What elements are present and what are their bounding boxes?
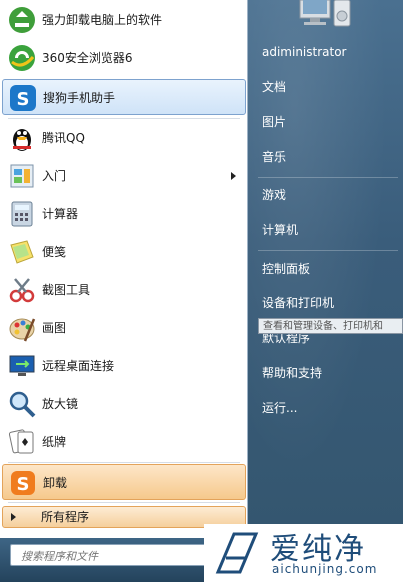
qq-penguin-icon xyxy=(13,129,31,151)
program-item-paint[interactable]: 画图 xyxy=(2,310,246,346)
menu-separator xyxy=(8,462,240,463)
program-label: 360安全浏览器6 xyxy=(42,51,133,65)
program-item-sogou-assistant[interactable]: S 搜狗手机助手 xyxy=(2,79,246,115)
getting-started-icon xyxy=(10,164,34,188)
program-label: 卸载 xyxy=(43,476,68,490)
program-item-snipping-tool[interactable]: 截图工具 xyxy=(2,272,246,308)
calculator-icon xyxy=(11,201,33,227)
remote-desktop-icon xyxy=(9,355,35,376)
documents-link[interactable]: 文档 xyxy=(262,77,286,97)
recycle-uninstall-icon xyxy=(9,7,35,33)
program-label: 纸牌 xyxy=(42,435,67,449)
svg-text:S: S xyxy=(17,474,30,495)
program-item-solitaire[interactable]: 纸牌 xyxy=(2,424,246,460)
menu-separator xyxy=(8,118,240,119)
program-item-magnifier[interactable]: 放大镜 xyxy=(2,386,246,422)
program-label: 画图 xyxy=(42,321,67,335)
program-label: 入门 xyxy=(42,169,67,183)
magnifier-icon xyxy=(9,391,36,418)
program-item-360-browser[interactable]: 360安全浏览器6 xyxy=(2,40,246,76)
program-label: 截图工具 xyxy=(42,283,91,297)
devices-tooltip: 查看和管理设备、打印机和 xyxy=(258,318,403,334)
program-item-qq[interactable]: 腾讯QQ xyxy=(2,120,246,156)
music-link[interactable]: 音乐 xyxy=(262,147,286,167)
solitaire-cards-icon xyxy=(8,429,34,454)
program-label: 放大镜 xyxy=(42,397,79,411)
pictures-link[interactable]: 图片 xyxy=(262,112,286,132)
sogou-phone-assistant-icon: S xyxy=(10,85,36,111)
menu-separator xyxy=(258,177,398,178)
menu-separator xyxy=(8,502,240,503)
computer-picture-icon xyxy=(299,0,351,27)
search-input[interactable] xyxy=(19,545,235,567)
program-item-calculator[interactable]: 计算器 xyxy=(2,196,246,232)
program-label: 计算器 xyxy=(42,207,79,221)
sticky-notes-icon xyxy=(10,240,34,264)
expand-arrow-icon xyxy=(11,513,16,521)
menu-separator xyxy=(258,250,398,251)
devices-printers-link[interactable]: 设备和打印机 xyxy=(262,293,334,313)
computer-link[interactable]: 计算机 xyxy=(262,220,298,240)
program-item-uninstaller[interactable]: 强力卸载电脑上的软件 xyxy=(2,2,246,38)
program-label: 远程桌面连接 xyxy=(42,359,115,373)
360-browser-icon xyxy=(9,45,35,71)
submenu-arrow-icon xyxy=(231,172,236,180)
start-menu: 强力卸载电脑上的软件 360安全浏览器6 S 搜狗手机助手 腾讯QQ 入门 计算… xyxy=(0,0,403,582)
program-item-uninstall[interactable]: S 卸载 xyxy=(2,464,246,500)
program-label: 强力卸载电脑上的软件 xyxy=(42,13,163,27)
help-support-link[interactable]: 帮助和支持 xyxy=(262,363,322,383)
program-label: 搜狗手机助手 xyxy=(43,91,116,105)
watermark: 爱纯净 aichunjing.com xyxy=(204,524,403,582)
places-panel: adiministrator 文档 图片 音乐 游戏 计算机 控制面板 设备和打… xyxy=(248,0,403,538)
sogou-uninstall-icon: S xyxy=(11,471,35,495)
snipping-tool-icon xyxy=(9,278,35,303)
control-panel-link[interactable]: 控制面板 xyxy=(262,259,310,279)
user-folder-link[interactable]: adiministrator xyxy=(262,42,347,62)
run-link[interactable]: 运行... xyxy=(262,398,297,418)
program-item-sticky-notes[interactable]: 便笺 xyxy=(2,234,246,270)
all-programs-label: 所有程序 xyxy=(41,510,90,524)
svg-text:S: S xyxy=(17,89,30,110)
program-label: 便笺 xyxy=(42,245,67,259)
program-label: 腾讯QQ xyxy=(42,131,85,145)
program-item-remote-desktop[interactable]: 远程桌面连接 xyxy=(2,348,246,384)
program-item-getting-started[interactable]: 入门 xyxy=(2,158,246,194)
games-link[interactable]: 游戏 xyxy=(262,185,286,205)
paint-palette-icon xyxy=(9,318,36,342)
watermark-logo-icon xyxy=(215,532,259,574)
programs-panel: 强力卸载电脑上的软件 360安全浏览器6 S 搜狗手机助手 腾讯QQ 入门 计算… xyxy=(0,0,248,538)
watermark-url: aichunjing.com xyxy=(272,562,378,576)
